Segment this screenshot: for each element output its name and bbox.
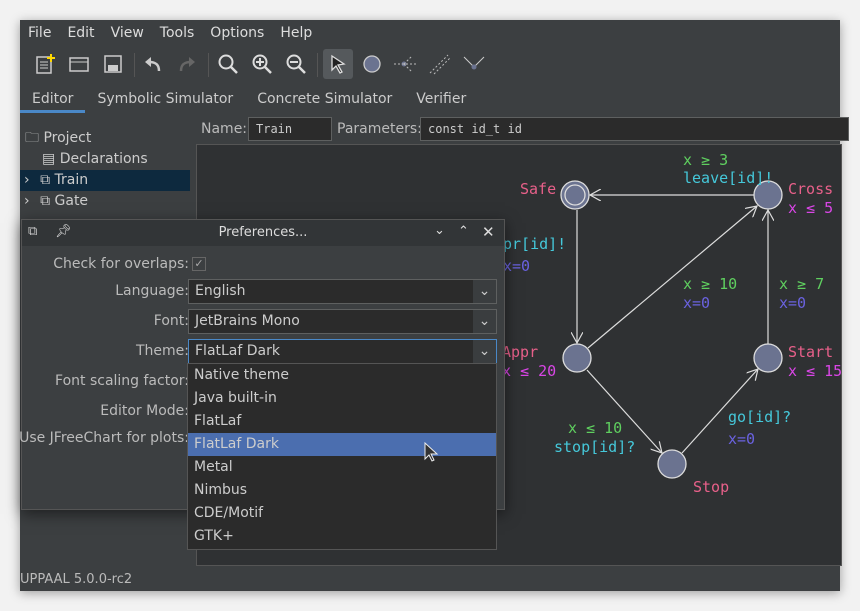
chevron-down-icon: ⌄ [473, 340, 496, 363]
maximize-icon[interactable]: ⌃ [458, 224, 469, 239]
location-name-appr: Appr [502, 343, 539, 361]
assign-stop-start: x=0 [728, 430, 756, 448]
theme-option[interactable]: GTK+ [188, 525, 496, 548]
language-label: Language: [115, 283, 189, 299]
location-start[interactable] [753, 343, 783, 373]
location-name-start: Start [788, 343, 834, 361]
assign-safe-appr: x=0 [503, 257, 531, 275]
theme-option[interactable]: Native theme [188, 364, 496, 387]
guard-cross-safe: x ≥ 3 [683, 151, 729, 169]
theme-label: Theme: [135, 343, 189, 359]
location-name-stop: Stop [693, 478, 730, 496]
location-appr[interactable] [562, 343, 592, 373]
location-name-cross: Cross [788, 180, 834, 198]
theme-option-highlighted[interactable]: FlatLaf Dark [188, 433, 496, 456]
invariant-start: x ≤ 15 [788, 362, 843, 380]
theme-dropdown-list: Native theme Java built-in FlatLaf FlatL… [187, 363, 497, 550]
guard-appr-stop: x ≤ 10 [568, 419, 623, 437]
theme-option[interactable]: FlatLaf [188, 410, 496, 433]
location-name-safe: Safe [520, 180, 557, 198]
overlaps-label: Check for overlaps: [53, 256, 189, 272]
sync-safe-appr: pr[id]! [503, 235, 567, 253]
invariant-appr: x ≤ 20 [502, 362, 557, 380]
sync-cross-safe: leave[id]! [683, 169, 774, 187]
invariant-cross: x ≤ 5 [788, 199, 834, 217]
overlaps-checkbox[interactable]: ✓ [192, 257, 206, 271]
theme-option[interactable]: CDE/Motif [188, 502, 496, 525]
sync-appr-stop: stop[id]? [554, 438, 636, 456]
location-stop[interactable] [657, 449, 687, 479]
jfreechart-label: Use JFreeChart for plots: [19, 430, 189, 446]
guard-start-cross: x ≥ 7 [779, 275, 825, 293]
minimize-icon[interactable]: ⌄ [434, 223, 445, 238]
guard-appr-cross: x ≥ 10 [683, 275, 738, 293]
language-select[interactable]: English ⌄ [188, 279, 497, 304]
chevron-down-icon: ⌄ [473, 280, 496, 303]
dialog-title: Preferences... [218, 225, 308, 240]
editor-mode-label: Editor Mode: [100, 403, 189, 419]
theme-option[interactable]: Java built-in [188, 387, 496, 410]
font-scaling-label: Font scaling factor: [55, 373, 189, 389]
close-icon[interactable]: ✕ [482, 223, 495, 241]
mouse-cursor-icon [424, 442, 439, 462]
assign-appr-cross: x=0 [683, 294, 711, 312]
theme-option[interactable]: Metal [188, 456, 496, 479]
dialog-title-bar[interactable]: ⧉ 📌︎ Preferences... ⌄ ⌃ ✕ [22, 220, 504, 246]
font-label: Font: [153, 313, 189, 329]
assign-start-cross: x=0 [779, 294, 807, 312]
font-select[interactable]: JetBrains Mono ⌄ [188, 309, 497, 334]
theme-option[interactable]: Nimbus [188, 479, 496, 502]
chevron-down-icon: ⌄ [473, 310, 496, 333]
theme-select[interactable]: FlatLaf Dark ⌄ [188, 339, 497, 364]
sync-stop-start: go[id]? [728, 408, 792, 426]
